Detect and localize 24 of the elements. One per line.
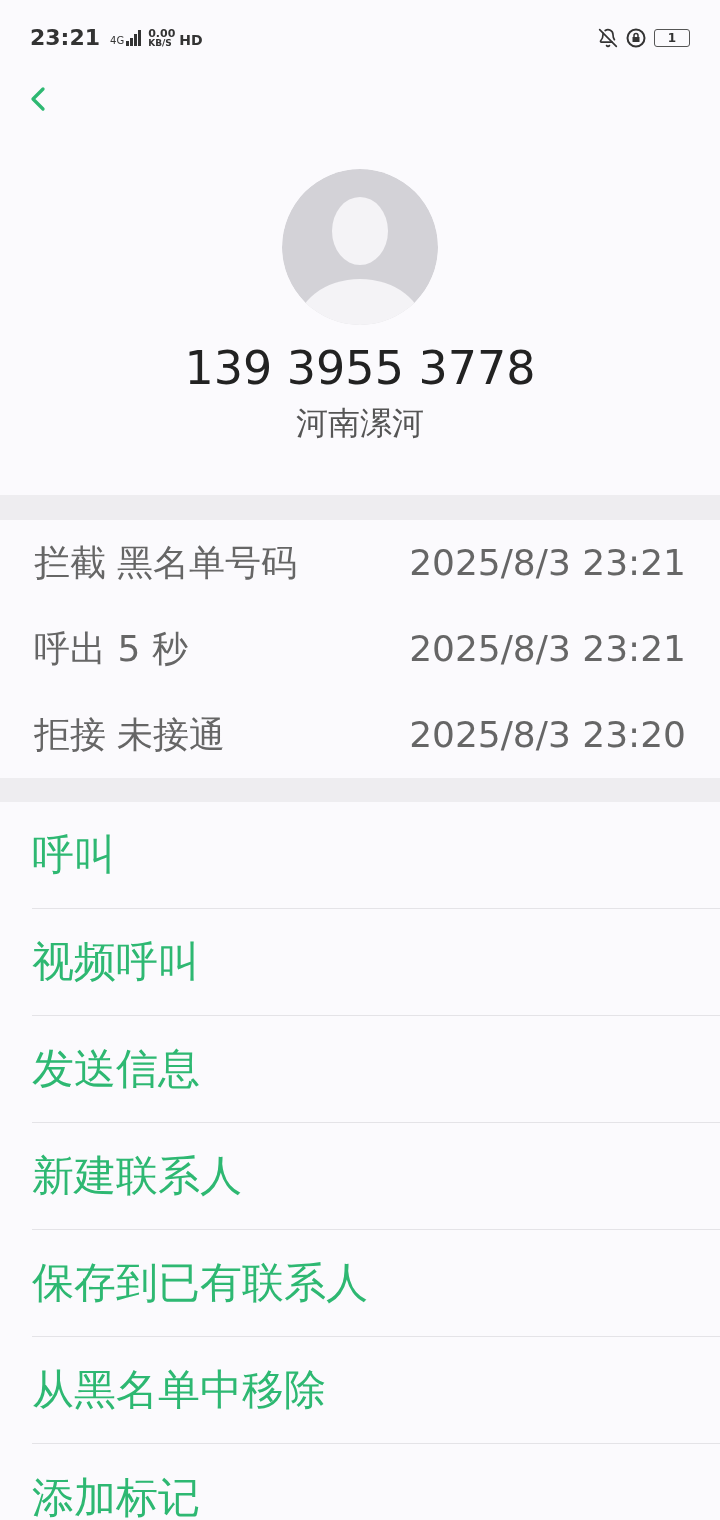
phone-number: 139 3955 3778 bbox=[184, 345, 536, 391]
battery-indicator: 1 bbox=[654, 28, 690, 47]
rotation-lock-icon bbox=[626, 27, 646, 48]
signal-icon bbox=[126, 29, 143, 46]
action-item[interactable]: 新建联系人 bbox=[32, 1155, 242, 1197]
action-item[interactable]: 呼叫 bbox=[32, 834, 116, 876]
muted-bell-icon bbox=[598, 27, 618, 48]
action-item[interactable]: 添加标记 bbox=[32, 1476, 200, 1519]
location: 河南漯河 bbox=[296, 407, 424, 439]
action-item[interactable]: 从黑名单中移除 bbox=[32, 1369, 326, 1411]
action-item[interactable]: 保存到已有联系人 bbox=[32, 1262, 368, 1304]
action-item[interactable]: 视频呼叫 bbox=[32, 941, 200, 983]
network-type: 4G bbox=[110, 35, 125, 46]
call-type: 呼出 5 秒 bbox=[34, 627, 188, 671]
speed-unit: KB/S bbox=[148, 38, 173, 48]
call-time: 2025/8/3 23:21 bbox=[409, 541, 686, 585]
call-time: 2025/8/3 23:21 bbox=[409, 627, 686, 671]
call-type: 拦截 黑名单号码 bbox=[34, 541, 298, 585]
call-time: 2025/8/3 23:20 bbox=[409, 713, 686, 757]
status-time: 23:21 bbox=[30, 24, 101, 52]
action-item[interactable]: 发送信息 bbox=[32, 1048, 200, 1090]
call-type: 拒接 未接通 bbox=[34, 713, 226, 757]
network-speed: 0.00 bbox=[148, 27, 176, 39]
hd-label: HD bbox=[179, 31, 203, 50]
